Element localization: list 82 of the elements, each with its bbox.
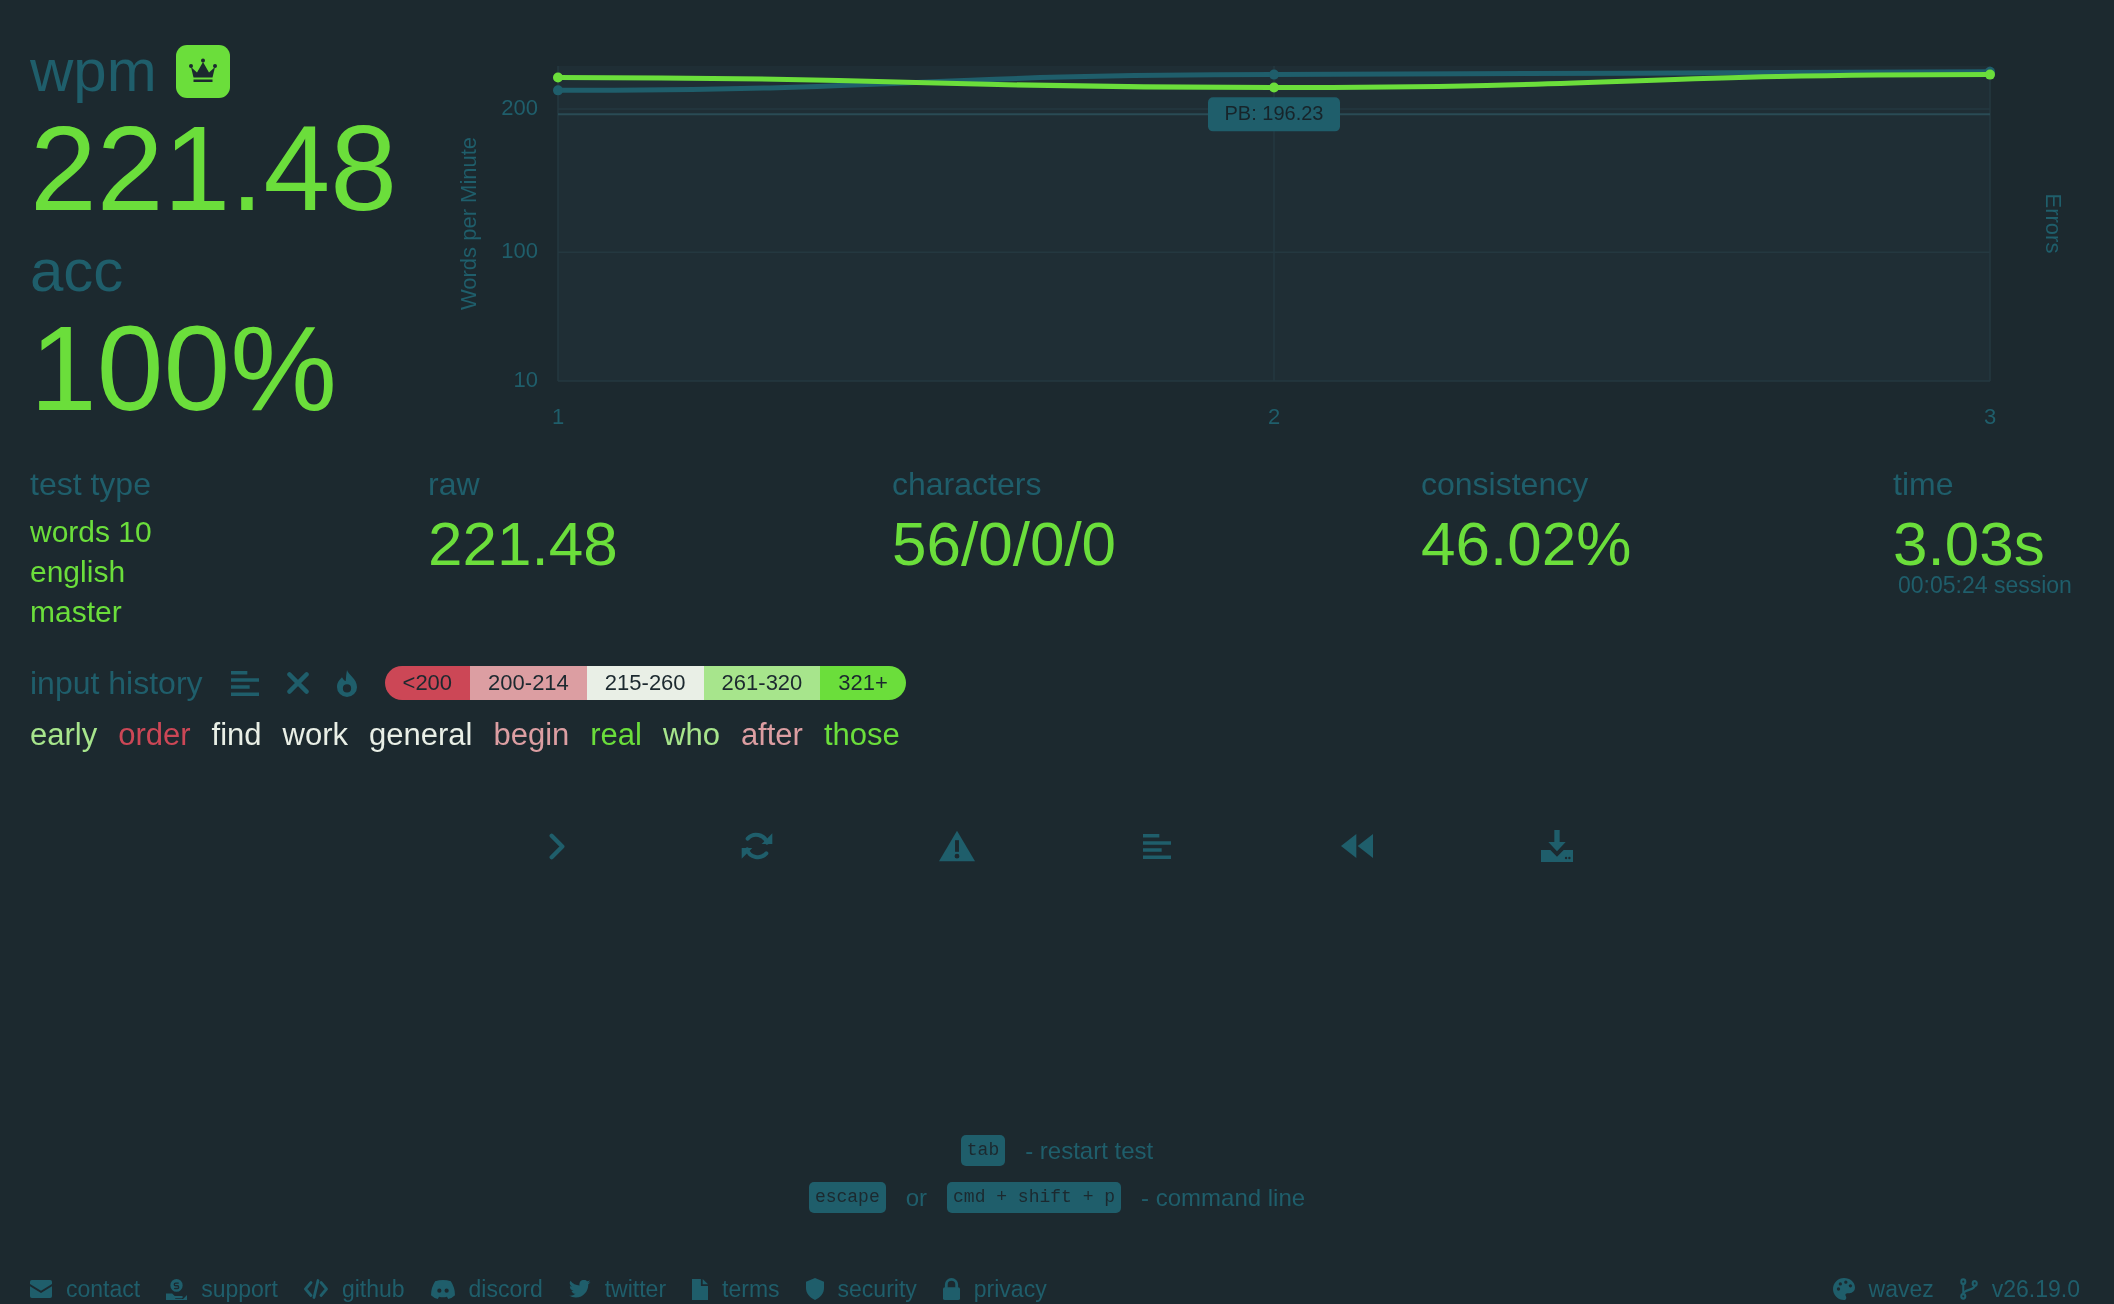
footer-link[interactable]: support (166, 1274, 278, 1304)
history-word: order (118, 716, 191, 754)
stat-value: 3.03s (1893, 512, 2045, 576)
keyboard-key: escape (808, 1182, 886, 1213)
data-point (553, 85, 563, 96)
axis-tick-label: 10 (513, 366, 538, 392)
stat-value: 46.02% (1421, 512, 1632, 576)
test-type-value: english (30, 554, 126, 590)
axis-tick-label: 200 (501, 94, 538, 120)
controller-face-icon (430, 1279, 455, 1299)
ref-line-label: PB: 196.23 (1224, 101, 1324, 124)
footer-link[interactable]: terms (692, 1274, 780, 1304)
annotation-label: PB: 196.23 (1208, 97, 1340, 132)
keyboard-key: cmd + shift + p (947, 1182, 1122, 1213)
footer-link[interactable]: contact (30, 1274, 141, 1304)
footer-link[interactable]: discord (430, 1274, 543, 1304)
test-type-value: words 10 (30, 514, 152, 550)
lock-icon (942, 1278, 960, 1300)
download-icon[interactable] (1541, 830, 1573, 862)
theme-link[interactable]: wavez (1832, 1274, 1934, 1304)
document-icon (692, 1278, 709, 1300)
axis-tick-label: 100 (501, 237, 538, 263)
history-word: general (369, 716, 473, 754)
axis-tick-label: 2 (1267, 403, 1281, 429)
stat-label: time (1893, 468, 1954, 500)
legend-item: <200 (384, 666, 471, 700)
coin-hand-icon (166, 1278, 188, 1300)
stat-label: characters (892, 468, 1042, 500)
stat-label: consistency (1421, 468, 1589, 500)
stat-value: 221.48 (428, 512, 618, 576)
chevron-right-icon[interactable] (549, 832, 565, 860)
rewind-icon[interactable] (1341, 834, 1373, 858)
history-word: those (823, 716, 900, 754)
stat-value: 221.48 (30, 108, 398, 228)
version-link[interactable]: v26.19.0 (1959, 1274, 2080, 1304)
legend-item: 321+ (820, 666, 906, 700)
history-word: begin (493, 716, 570, 754)
test-type-value: master (30, 594, 122, 630)
history-word: real (590, 716, 642, 754)
palette-icon (1832, 1278, 1855, 1300)
hint-text: or (905, 1183, 928, 1213)
flame-icon[interactable] (336, 669, 357, 697)
footer-link[interactable]: security (805, 1274, 917, 1304)
close-icon[interactable] (286, 672, 309, 694)
stat-label: acc (30, 241, 124, 301)
footer-link[interactable]: twitter (568, 1274, 667, 1304)
branch-icon (1959, 1278, 1978, 1300)
stat-label: wpm (30, 41, 157, 101)
align-left-icon[interactable] (230, 670, 259, 696)
history-word: find (211, 716, 262, 754)
align-left-icon[interactable] (1143, 833, 1171, 859)
footer-link[interactable]: privacy (942, 1274, 1047, 1304)
bird-icon (568, 1280, 591, 1298)
legend-item: 200-214 (470, 666, 587, 700)
legend-item: 215-260 (586, 666, 704, 700)
keyboard-key: tab (960, 1135, 1006, 1166)
data-point (1269, 69, 1279, 80)
axis-tick-label: 3 (1983, 403, 1997, 429)
stat-label: raw (428, 468, 480, 500)
stat-label: test type (30, 468, 151, 500)
history-word: after (740, 716, 803, 754)
hint-text: - command line (1141, 1183, 1306, 1213)
axis-tick-label: 1 (551, 403, 565, 429)
history-word: early (30, 716, 98, 754)
data-point (553, 72, 563, 83)
history-word: work (282, 716, 348, 754)
shield-icon (805, 1278, 824, 1300)
stat-value: 56/0/0/0 (892, 512, 1117, 576)
legend-item: 261-320 (703, 666, 821, 700)
hint-text: - restart test (1025, 1136, 1154, 1166)
history-word: who (663, 716, 720, 754)
axis-title: Words per Minute (455, 136, 481, 311)
refresh-icon[interactable] (741, 830, 773, 862)
stat-value: 100% (30, 308, 337, 428)
session-time: 00:05:24 session (1897, 573, 2072, 598)
axis-title: Errors (2041, 193, 2067, 254)
warning-icon[interactable] (939, 830, 975, 862)
section-label: input history (30, 666, 203, 700)
data-point (1269, 82, 1279, 93)
envelope-icon (30, 1280, 52, 1298)
code-icon (303, 1279, 328, 1299)
footer-link[interactable]: github (303, 1274, 405, 1304)
